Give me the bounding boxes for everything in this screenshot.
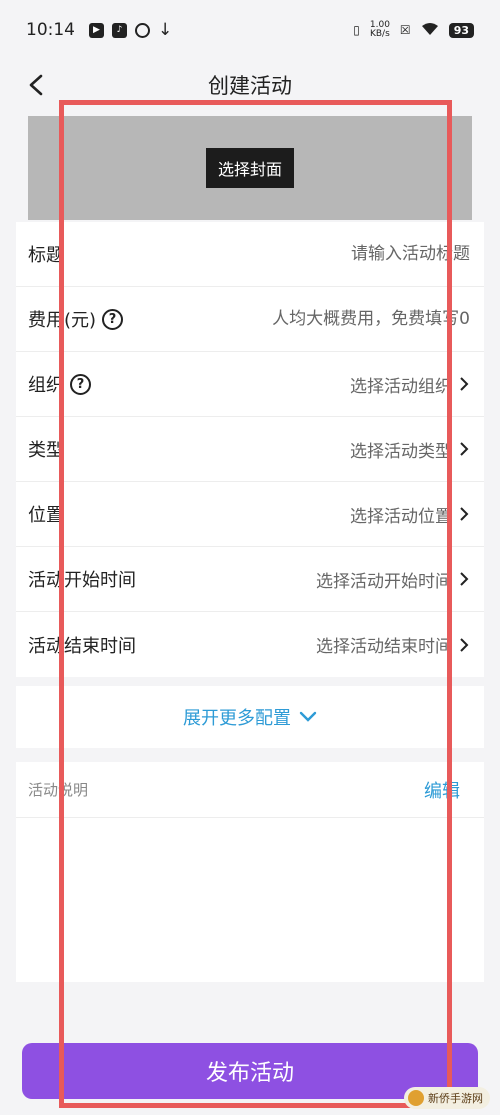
location-value: 选择活动位置 <box>350 506 452 527</box>
end-time-value-wrap: 选择活动结束时间 <box>316 632 470 657</box>
title-input[interactable] <box>210 244 470 264</box>
watermark-text: 新侨手游网 <box>428 1092 483 1105</box>
chevron-right-icon <box>460 637 469 652</box>
page-title: 创建活动 <box>208 74 292 98</box>
title-row: 标题 <box>16 222 484 287</box>
status-left: 10:14 ▶ ♪ ↓ <box>26 20 172 40</box>
app-notification-icon: ▶ <box>89 22 104 38</box>
chevron-right-icon <box>460 507 469 521</box>
chevron-right-icon <box>460 572 469 586</box>
location-label-text: 位置 <box>28 505 64 526</box>
start-time-value-wrap: 选择活动开始时间 <box>316 567 470 592</box>
vibrate-icon: ▯ <box>353 23 360 37</box>
organization-row[interactable]: 组织 ? 选择活动组织 <box>16 352 484 417</box>
description-edit-button[interactable]: 编辑 <box>424 777 460 803</box>
location-label: 位置 <box>28 501 64 527</box>
network-speed-unit: KB/s <box>369 29 390 39</box>
type-value-wrap: 选择活动类型 <box>350 437 470 462</box>
fee-label-text: 费用(元) <box>28 310 97 331</box>
sim-off-icon: ☒ <box>399 23 411 37</box>
cover-image-area[interactable]: 选择封面 <box>28 116 472 220</box>
organization-value: 选择活动组织 <box>350 376 452 397</box>
nav-bar: 创建活动 <box>0 60 500 110</box>
description-body[interactable] <box>16 818 484 981</box>
location-row[interactable]: 位置 选择活动位置 <box>16 482 484 547</box>
end-time-label-text: 活动结束时间 <box>28 635 136 657</box>
title-value-wrap <box>210 244 470 264</box>
end-time-label: 活动结束时间 <box>28 632 136 658</box>
start-time-value: 选择活动开始时间 <box>316 571 452 592</box>
fee-label: 费用(元) ? <box>28 306 124 332</box>
type-label-text: 类型 <box>28 440 64 461</box>
expand-more-config-button[interactable]: 展开更多配置 <box>16 686 484 748</box>
end-time-row[interactable]: 活动结束时间 选择活动结束时间 <box>16 612 484 677</box>
type-value: 选择活动类型 <box>350 441 452 462</box>
fee-row: 费用(元) ? <box>16 287 484 352</box>
chevron-right-icon <box>460 377 469 391</box>
expand-more-label: 展开更多配置 <box>183 708 291 729</box>
status-right: ▯ 1.00 KB/s ☒ 93 <box>353 21 474 39</box>
activity-form: 标题 费用(元) ? 组织 ? 选择活动组织 类型 选择活动类型 位置 <box>16 222 484 677</box>
fee-value-wrap <box>210 309 470 329</box>
wifi-icon <box>421 22 439 39</box>
end-time-value: 选择活动结束时间 <box>316 637 452 657</box>
chevron-down-icon <box>299 711 317 722</box>
fee-help-icon[interactable]: ? <box>102 308 124 330</box>
back-button[interactable] <box>20 68 54 102</box>
status-time: 10:14 <box>26 20 75 40</box>
back-arrow-icon <box>29 74 43 96</box>
title-label-text: 标题 <box>28 245 64 266</box>
description-title: 活动说明 <box>28 781 89 799</box>
title-label: 标题 <box>28 241 64 267</box>
description-header: 活动说明 编辑 <box>16 762 484 818</box>
organization-value-wrap: 选择活动组织 <box>350 372 470 397</box>
cat-app-icon <box>135 22 150 38</box>
battery-indicator: 93 <box>448 22 474 38</box>
organization-help-icon[interactable]: ? <box>70 373 91 395</box>
fee-input[interactable] <box>210 309 470 329</box>
watermark: 新侨手游网 <box>404 1087 490 1109</box>
type-row[interactable]: 类型 选择活动类型 <box>16 417 484 482</box>
description-section: 活动说明 编辑 <box>16 762 484 982</box>
location-value-wrap: 选择活动位置 <box>350 502 470 527</box>
start-time-row[interactable]: 活动开始时间 选择活动开始时间 <box>16 547 484 612</box>
download-icon: ↓ <box>158 20 173 40</box>
organization-label-text: 组织 <box>28 375 64 396</box>
start-time-label: 活动开始时间 <box>28 566 136 592</box>
status-bar: 10:14 ▶ ♪ ↓ ▯ 1.00 KB/s ☒ 93 <box>0 0 500 60</box>
chevron-right-icon <box>460 442 469 456</box>
watermark-logo-icon <box>408 1090 424 1106</box>
type-label: 类型 <box>28 436 64 462</box>
organization-label: 组织 ? <box>28 371 91 397</box>
tiktok-icon: ♪ <box>112 22 127 38</box>
network-speed: 1.00 KB/s <box>370 21 390 39</box>
start-time-label-text: 活动开始时间 <box>28 570 136 591</box>
select-cover-button[interactable]: 选择封面 <box>205 148 294 188</box>
